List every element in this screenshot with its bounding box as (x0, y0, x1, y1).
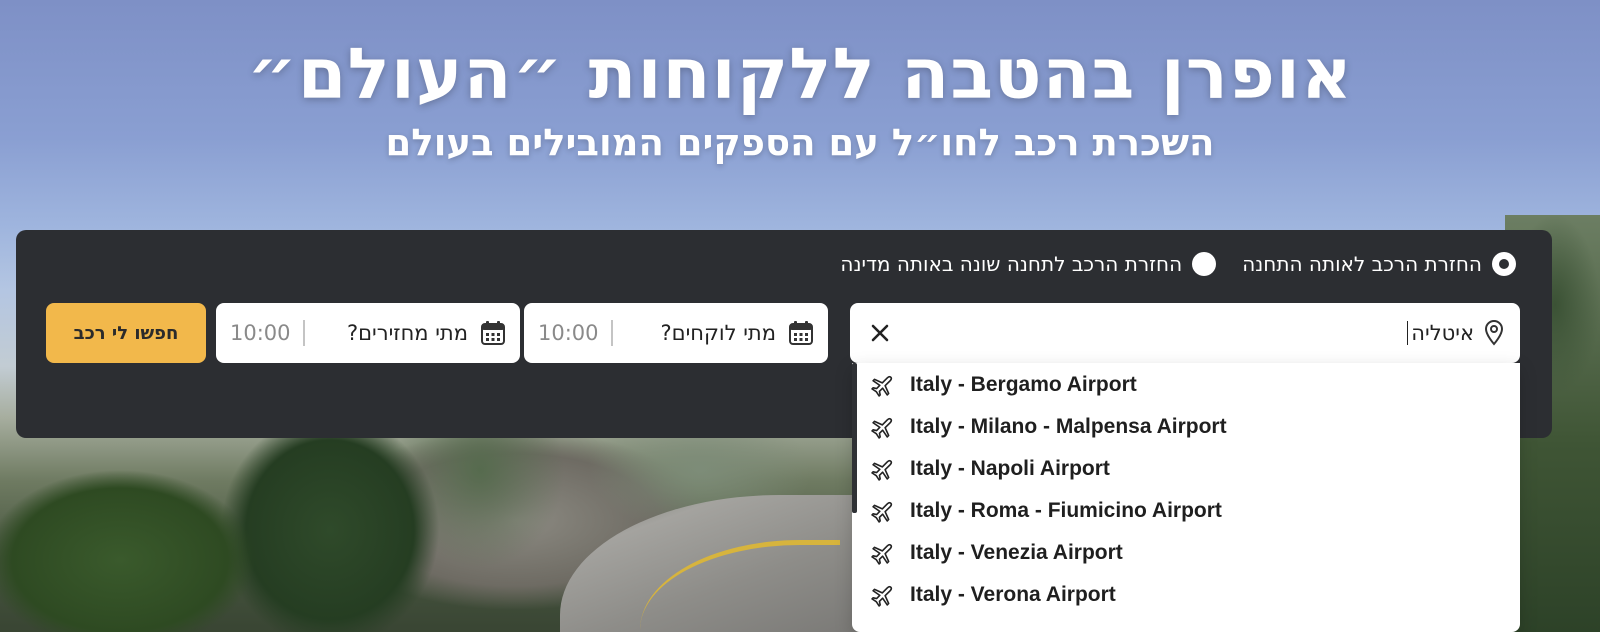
return-date-label: מתי מחזירים? (346, 321, 468, 345)
airplane-icon (871, 459, 893, 481)
suggestion-label: Italy - Roma - Fiumicino Airport (910, 499, 1222, 522)
suggestion-label: Italy - Milano - Malpensa Airport (910, 415, 1227, 438)
location-value[interactable]: איטליה (1411, 321, 1474, 345)
suggestion-label: Italy - Venezia Airport (910, 541, 1123, 564)
calendar-icon (481, 321, 505, 345)
location-pin-icon (1484, 319, 1504, 346)
search-cars-button[interactable]: חפשו לי רכב (46, 303, 206, 363)
airplane-icon (871, 543, 893, 565)
hero-section: אופרן בהטבה ללקוחות ״העולם״ השכרת רכב לח… (0, 0, 1600, 632)
text-cursor (1406, 321, 1409, 345)
suggestion-item[interactable]: Italy - Venezia Airport (870, 533, 1123, 573)
suggestion-label: Italy - Verona Airport (910, 583, 1116, 606)
calendar-icon (789, 321, 813, 345)
suggestion-item[interactable]: Italy - Verona Airport (870, 575, 1116, 615)
suggestion-label: Italy - Napoli Airport (910, 457, 1110, 480)
close-icon[interactable] (866, 319, 894, 347)
hero-title: אופרן בהטבה ללקוחות ״העולם״ (247, 33, 1353, 115)
radio-selected-icon[interactable] (1492, 252, 1516, 276)
suggestion-item[interactable]: Italy - Bergamo Airport (870, 365, 1137, 405)
airplane-icon (871, 585, 893, 607)
field-divider (610, 320, 613, 346)
return-time-value[interactable]: 10:00 (230, 321, 291, 345)
radio-same-station[interactable]: החזרת הרכב לאותה התחנה (1242, 252, 1516, 276)
hero-subtitle: השכרת רכב לחו״ל עם הספקים המובילים בעולם (385, 121, 1215, 164)
location-search-input[interactable]: איטליה (850, 303, 1520, 363)
suggestion-item[interactable]: Italy - Milano - Malpensa Airport (870, 407, 1227, 447)
airplane-icon (871, 501, 893, 523)
field-divider (302, 320, 305, 346)
location-suggestions-dropdown: Italy - Bergamo Airport Italy - Milano - … (852, 363, 1520, 632)
return-date-field[interactable]: מתי מחזירים? 10:00 (216, 303, 520, 363)
suggestion-item[interactable]: Italy - Napoli Airport (870, 449, 1110, 489)
radio-unselected-icon[interactable] (1192, 252, 1217, 276)
airplane-icon (871, 417, 893, 439)
radio-same-station-label: החזרת הרכב לאותה התחנה (1242, 252, 1482, 276)
airplane-icon (871, 375, 893, 397)
suggestion-label: Italy - Bergamo Airport (910, 373, 1137, 396)
pickup-date-field[interactable]: מתי לוקחים? 10:00 (524, 303, 828, 363)
radio-different-station-label: החזרת הרכב לתחנה שונה באותה מדינה (840, 252, 1183, 276)
return-type-radio-group: החזרת הרכב לאותה התחנה החזרת הרכב לתחנה … (840, 252, 1516, 276)
dropdown-scrollbar[interactable] (852, 363, 857, 513)
pickup-date-label: מתי לוקחים? (660, 321, 777, 345)
radio-different-station[interactable]: החזרת הרכב לתחנה שונה באותה מדינה (840, 252, 1217, 276)
suggestion-item[interactable]: Italy - Roma - Fiumicino Airport (870, 491, 1222, 531)
pickup-time-value[interactable]: 10:00 (538, 321, 599, 345)
